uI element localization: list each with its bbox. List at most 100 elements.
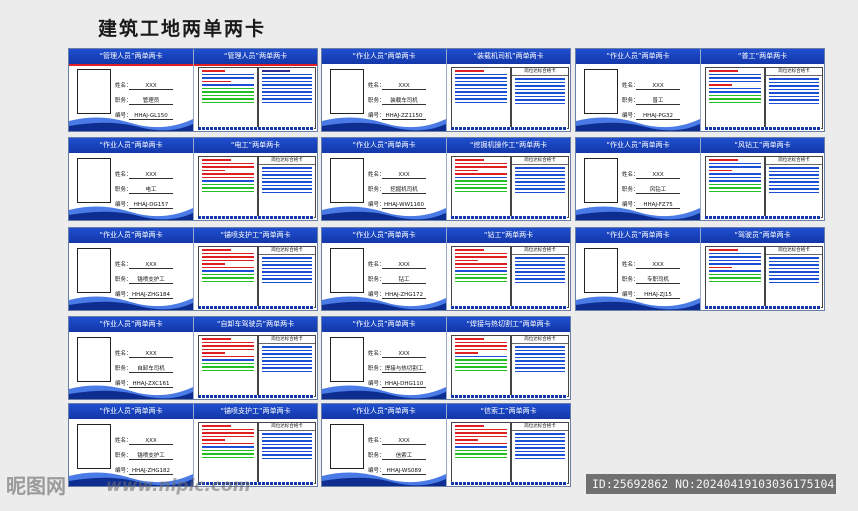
job-row: 职务： 管理员	[115, 96, 173, 105]
hazard-panel	[198, 422, 258, 484]
photo-placeholder	[77, 424, 111, 469]
card-front: “作业人员”两单两卡 姓名： XXX 职务： 装载车司机 编号：HHAJ-ZZ115…	[322, 49, 447, 131]
wave-decoration	[69, 206, 193, 220]
job-value: 普工	[636, 96, 680, 105]
card-front: “作业人员”两单两卡 姓名： XXX 职务： 挖掘机司机 编号：HHAJ-WW116…	[322, 138, 447, 220]
job-value: 风钻工	[636, 185, 680, 194]
duty-panel: 岗位达标合格卡	[511, 246, 569, 308]
id-card: “作业人员”两单两卡 姓名： XXX 职务：焊接与热切割工 编号：HHAJ-DHG…	[321, 316, 571, 400]
job-row: 职务： 自卸车司机	[115, 364, 173, 373]
card-back-title: “管理人员”两单两卡	[194, 49, 317, 64]
wave-decoration	[322, 296, 446, 310]
id-card: “作业人员”两单两卡 姓名： XXX 职务： 挖掘机司机 编号：HHAJ-WW116…	[321, 137, 571, 221]
footer-strip	[198, 395, 314, 398]
id-card: “作业人员”两单两卡 姓名： XXX 职务： 锚喷支护工 编号：HHAJ-ZHG18…	[68, 227, 318, 311]
card-back: “信索工”两单两卡 岗位达标合格卡	[447, 404, 570, 486]
card-front-title: “作业人员”两单两卡	[576, 228, 700, 243]
name-value: XXX	[129, 83, 173, 90]
id-card: “作业人员”两单两卡 姓名： XXX 职务： 锚喷支护工 编号：HHAJ-ZHG18…	[68, 403, 318, 487]
card-front: “作业人员”两单两卡 姓名： XXX 职务： 专职司机 编号： HHAJ-ZJ15	[576, 228, 701, 310]
duty-panel: 岗位达标合格卡	[765, 246, 823, 308]
wave-decoration	[576, 117, 700, 131]
card-back-title: “电工”两单两卡	[194, 138, 317, 153]
hazard-panel	[451, 67, 511, 129]
hazard-panel	[451, 156, 511, 218]
footer-strip	[451, 395, 567, 398]
name-value: XXX	[382, 262, 426, 269]
name-row: 姓名： XXX	[622, 260, 680, 269]
card-back: “挖掘机操作工”两单两卡 岗位达标合格卡	[447, 138, 570, 220]
name-value: XXX	[129, 351, 173, 358]
name-row: 姓名： XXX	[368, 81, 426, 90]
job-row: 职务： 钻工	[368, 275, 426, 284]
name-row: 姓名： XXX	[368, 436, 426, 445]
hazard-panel	[198, 246, 258, 308]
footer-strip	[198, 216, 314, 219]
photo-placeholder	[584, 158, 618, 203]
card-back-title: “挖掘机操作工”两单两卡	[447, 138, 570, 153]
hazard-panel	[451, 246, 511, 308]
hazard-panel	[198, 335, 258, 397]
card-back: “管理人员”两单两卡	[194, 49, 317, 131]
card-front: “作业人员”两单两卡 姓名： XXX 职务： 普工 编号： HHAJ-PG32	[576, 49, 701, 131]
card-front-title: “管理人员”两单两卡	[69, 49, 193, 64]
wave-decoration	[322, 206, 446, 220]
card-back-title: “风钻工”两单两卡	[701, 138, 824, 153]
duty-panel: 岗位达标合格卡	[765, 156, 823, 218]
red-divider	[69, 64, 193, 66]
footer-strip	[198, 306, 314, 309]
job-row: 职务： 电工	[115, 185, 173, 194]
name-value: XXX	[382, 438, 426, 445]
photo-placeholder	[330, 337, 364, 382]
card-front-title: “作业人员”两单两卡	[322, 49, 446, 64]
name-value: XXX	[636, 172, 680, 179]
job-row: 职务： 信索工	[368, 451, 426, 460]
id-card: “作业人员”两单两卡 姓名： XXX 职务： 普工 编号： HHAJ-PG32 “普工…	[575, 48, 825, 132]
card-front: “作业人员”两单两卡 姓名： XXX 职务： 电工 编号： HHAJ-DG157	[69, 138, 194, 220]
id-card: “作业人员”两单两卡 姓名： XXX 职务： 信索工 编号： HHAJ-WS089 “…	[321, 403, 571, 487]
hazard-panel	[451, 422, 511, 484]
name-row: 姓名： XXX	[115, 81, 173, 90]
job-value: 管理员	[129, 96, 173, 105]
card-front-title: “作业人员”两单两卡	[576, 138, 700, 153]
card-front-title: “作业人员”两单两卡	[322, 138, 446, 153]
job-value: 装载车司机	[382, 96, 426, 105]
card-back-title: “焊接与热切割工”两单两卡	[447, 317, 570, 332]
job-value: 锚喷支护工	[129, 451, 173, 460]
card-back-title: “锚喷支护工”两单两卡	[194, 404, 317, 419]
photo-placeholder	[77, 158, 111, 203]
hazard-panel	[451, 335, 511, 397]
id-card: “作业人员”两单两卡 姓名： XXX 职务： 专职司机 编号： HHAJ-ZJ15 “…	[575, 227, 825, 311]
duty-panel	[258, 67, 316, 129]
job-row: 职务：焊接与热切割工	[368, 364, 426, 373]
name-value: XXX	[636, 262, 680, 269]
duty-panel: 岗位达标合格卡	[258, 335, 316, 397]
card-back: “锚喷支护工”两单两卡 岗位达标合格卡	[194, 228, 317, 310]
card-front-title: “作业人员”两单两卡	[576, 49, 700, 64]
card-back-title: “锚喷支护工”两单两卡	[194, 228, 317, 243]
card-front: “作业人员”两单两卡 姓名： XXX 职务： 钻工 编号：HHAJ-ZHG172	[322, 228, 447, 310]
wave-decoration	[69, 296, 193, 310]
name-row: 姓名： XXX	[115, 436, 173, 445]
card-back: “焊接与热切割工”两单两卡 岗位达标合格卡	[447, 317, 570, 399]
card-back: “锚喷支护工”两单两卡 岗位达标合格卡	[194, 404, 317, 486]
card-back-title: “自卸车驾驶员”两单两卡	[194, 317, 317, 332]
duty-panel: 岗位达标合格卡	[258, 246, 316, 308]
job-value: 电工	[129, 185, 173, 194]
card-front: “作业人员”两单两卡 姓名： XXX 职务：焊接与热切割工 编号：HHAJ-DHG…	[322, 317, 447, 399]
footer-strip	[705, 306, 821, 309]
id-card: “作业人员”两单两卡 姓名： XXX 职务： 装载车司机 编号：HHAJ-ZZ115…	[321, 48, 571, 132]
card-back-title: “驾驶员”两单两卡	[701, 228, 824, 243]
name-row: 姓名： XXX	[622, 81, 680, 90]
wave-decoration	[576, 296, 700, 310]
card-back: “驾驶员”两单两卡 岗位达标合格卡	[701, 228, 824, 310]
card-back: “自卸车驾驶员”两单两卡 岗位达标合格卡	[194, 317, 317, 399]
wave-decoration	[576, 206, 700, 220]
duty-panel: 岗位达标合格卡	[511, 156, 569, 218]
card-back-title: “装载机司机”两单两卡	[447, 49, 570, 64]
hazard-panel	[198, 67, 258, 129]
red-divider	[194, 64, 317, 66]
id-card: “作业人员”两单两卡 姓名： XXX 职务： 钻工 编号：HHAJ-ZHG172 “…	[321, 227, 571, 311]
card-front-title: “作业人员”两单两卡	[322, 404, 446, 419]
job-value: 挖掘机司机	[382, 185, 426, 194]
